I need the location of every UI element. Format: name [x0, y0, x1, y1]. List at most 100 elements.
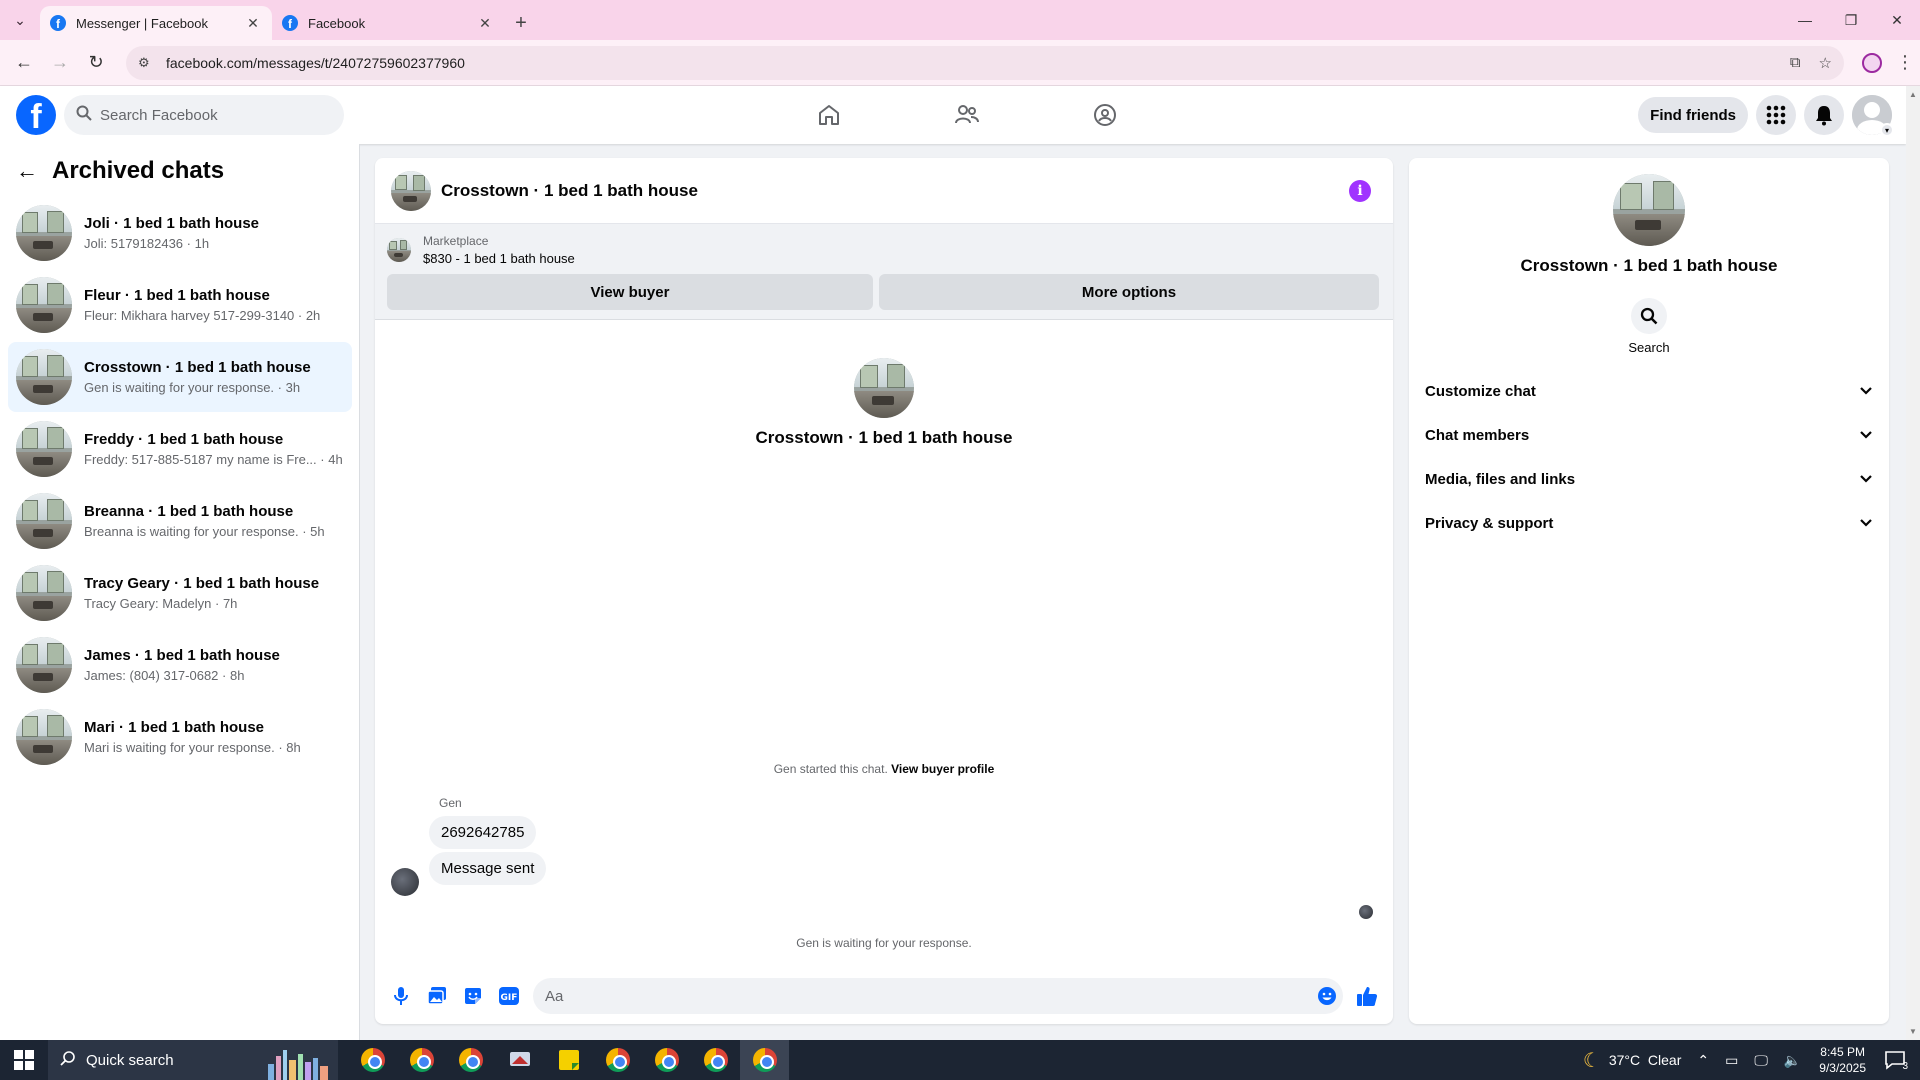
scroll-down-icon[interactable]: ▼ — [1909, 1027, 1917, 1036]
taskbar-chrome-app[interactable] — [642, 1040, 691, 1080]
window-close-icon[interactable]: ✕ — [1874, 0, 1920, 40]
page-scrollbar[interactable]: ▲ ▼ — [1906, 86, 1920, 1040]
taskbar-app[interactable] — [495, 1040, 544, 1080]
forward-button[interactable]: → — [44, 47, 76, 79]
view-buyer-profile-link[interactable]: View buyer profile — [891, 762, 994, 776]
taskbar-chrome-app[interactable] — [397, 1040, 446, 1080]
restore-icon[interactable]: ❐ — [1828, 0, 1874, 40]
listing-thumbnail — [854, 358, 914, 418]
panel-title: Archived chats — [52, 157, 225, 184]
chrome-icon — [703, 1048, 728, 1072]
chat-list-item[interactable]: Breanna · 1 bed 1 bath house Breanna is w… — [8, 486, 352, 556]
browser-profile-icon[interactable] — [1862, 52, 1882, 73]
browser-tabbar: ⌄ f Messenger | Facebook ✕ f Facebook ✕ … — [0, 0, 1920, 40]
taskbar-chrome-app[interactable] — [446, 1040, 495, 1080]
moon-icon: ☾ — [1582, 1049, 1601, 1072]
friends-icon — [955, 105, 979, 124]
back-arrow-icon[interactable]: ← — [16, 158, 38, 184]
taskbar-chrome-app[interactable] — [593, 1040, 642, 1080]
search-icon — [60, 1050, 76, 1070]
photo-icon[interactable] — [419, 978, 455, 1014]
chat-list-item-selected[interactable]: Crosstown · 1 bed 1 bath house Gen is wai… — [8, 342, 352, 412]
listing-thumbnail — [387, 238, 411, 262]
chat-members-section[interactable]: Chat members — [1409, 413, 1889, 457]
menu-grid-button[interactable] — [1756, 95, 1796, 135]
details-search-button[interactable]: Search — [1409, 298, 1889, 355]
customize-chat-section[interactable]: Customize chat — [1409, 369, 1889, 413]
sticky-notes-icon — [558, 1050, 579, 1070]
account-avatar[interactable]: ▾ — [1852, 95, 1894, 137]
notification-count: 3 — [1902, 1061, 1908, 1072]
chat-list-item[interactable]: James · 1 bed 1 bath house James: (804) 3… — [8, 630, 352, 700]
chevron-up-icon[interactable]: ⌃ — [1697, 1052, 1709, 1069]
chat-list-item[interactable]: Joli · 1 bed 1 bath house Joli: 517918243… — [8, 198, 352, 268]
clock[interactable]: 8:45 PM 9/3/2025 — [1819, 1044, 1866, 1076]
close-icon[interactable]: ✕ — [476, 14, 494, 32]
listing-thumbnail[interactable] — [1613, 174, 1685, 246]
section-label: Media, files and links — [1425, 470, 1576, 488]
marketplace-bar: Marketplace $830 - 1 bed 1 bath house Vi… — [375, 224, 1393, 320]
nav-groups[interactable] — [1036, 86, 1174, 144]
weather-widget[interactable]: ☾ 37°C Clear — [1583, 1048, 1681, 1073]
privacy-support-section[interactable]: Privacy & support — [1409, 501, 1889, 545]
media-files-links-section[interactable]: Media, files and links — [1409, 457, 1889, 501]
notifications-button[interactable] — [1804, 95, 1844, 135]
tab-title: Messenger | Facebook — [76, 15, 208, 31]
gif-icon[interactable]: GIF — [491, 978, 527, 1014]
tab-search-button[interactable]: ⌄ — [0, 0, 40, 40]
start-button[interactable] — [0, 1040, 48, 1080]
message-input[interactable] — [533, 978, 1343, 1014]
listing-price[interactable]: $830 - 1 bed 1 bath house — [423, 251, 575, 266]
conversation-title[interactable]: Crosstown · 1 bed 1 bath house — [441, 181, 698, 201]
chevron-down-icon — [1859, 515, 1873, 532]
chat-list-item[interactable]: Mari · 1 bed 1 bath house Mari is waiting… — [8, 702, 352, 772]
chat-list-item[interactable]: Freddy · 1 bed 1 bath house Freddy: 517-8… — [8, 414, 352, 484]
close-icon[interactable]: ✕ — [244, 14, 262, 32]
scroll-up-icon[interactable]: ▲ — [1909, 90, 1917, 99]
weather-text: 37°C Clear — [1608, 1052, 1682, 1068]
sticker-icon[interactable] — [455, 978, 491, 1014]
bookmark-star-icon[interactable]: ☆ — [1819, 54, 1832, 72]
tab-facebook[interactable]: f Facebook ✕ — [272, 6, 504, 40]
taskbar-chrome-app-active[interactable] — [740, 1040, 789, 1080]
network-icon[interactable]: 🖵 — [1754, 1052, 1768, 1069]
microphone-icon[interactable] — [383, 978, 419, 1014]
chat-list-item[interactable]: Fleur · 1 bed 1 bath house Fleur: Mikhara… — [8, 270, 352, 340]
listing-thumbnail[interactable] — [391, 170, 431, 211]
message-bubble[interactable]: 2692642785 — [429, 816, 537, 849]
facebook-search-input[interactable]: Search Facebook — [64, 95, 344, 135]
chat-preview: Joli: 5179182436 · 1h — [84, 236, 210, 251]
taskbar-chrome-app[interactable] — [348, 1040, 397, 1080]
search-icon — [76, 105, 92, 125]
more-options-button[interactable]: More options — [879, 274, 1379, 310]
back-button[interactable]: ← — [8, 47, 40, 79]
meet-now-icon[interactable]: ▭ — [1725, 1052, 1738, 1069]
tab-messenger[interactable]: f Messenger | Facebook ✕ — [40, 6, 272, 40]
browser-menu-icon[interactable]: ⋮ — [1896, 52, 1914, 73]
listing-thumbnail — [16, 565, 72, 621]
taskbar-search[interactable]: Quick search — [48, 1040, 338, 1080]
info-icon[interactable]: i — [1349, 180, 1371, 202]
listing-thumbnail — [16, 421, 72, 477]
sender-avatar[interactable] — [391, 868, 419, 896]
site-info-icon[interactable]: ⚙ — [138, 55, 156, 71]
new-tab-button[interactable]: + — [504, 6, 538, 40]
address-bar[interactable]: ⚙ facebook.com/messages/t/24072759602377… — [126, 45, 1844, 80]
install-app-icon[interactable]: ⧉ — [1790, 54, 1801, 72]
reload-button[interactable]: ↻ — [80, 47, 112, 79]
find-friends-button[interactable]: Find friends — [1638, 97, 1748, 133]
volume-icon[interactable]: 🔈 — [1784, 1052, 1801, 1069]
search-label: Search — [1628, 340, 1670, 355]
chat-list-item[interactable]: Tracy Geary · 1 bed 1 bath house Tracy Ge… — [8, 558, 352, 628]
view-buyer-button[interactable]: View buyer — [387, 274, 873, 310]
facebook-logo[interactable]: f — [16, 95, 56, 135]
message-bubble[interactable]: Message sent — [429, 852, 547, 885]
thumbs-up-icon[interactable] — [1349, 978, 1385, 1014]
emoji-icon[interactable] — [1309, 978, 1345, 1014]
nav-home[interactable] — [760, 86, 898, 144]
taskbar-chrome-app[interactable] — [691, 1040, 740, 1080]
taskbar-sticky-notes-app[interactable] — [544, 1040, 593, 1080]
notification-center-icon[interactable]: 3 — [1884, 1050, 1908, 1072]
nav-friends[interactable] — [898, 86, 1036, 144]
minimize-icon[interactable]: — — [1782, 0, 1828, 40]
